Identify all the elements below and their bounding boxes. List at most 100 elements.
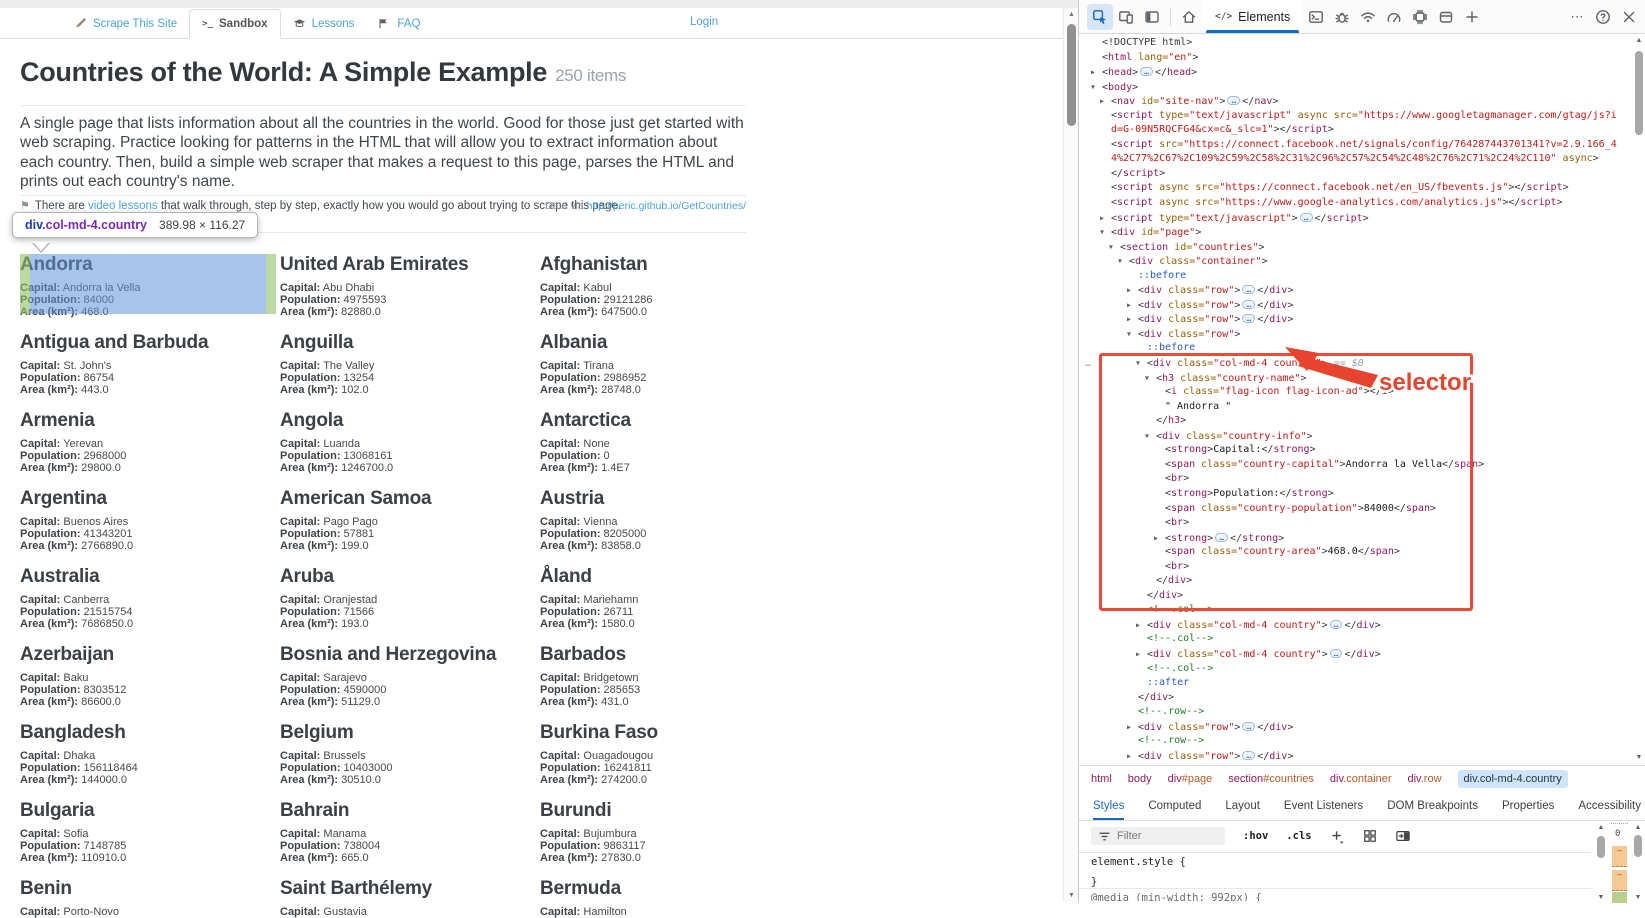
scroll-down-arrow-icon[interactable]: ▼ [1636, 754, 1643, 761]
dom-tree-line[interactable]: </div> [1079, 589, 1632, 604]
scroll-up-arrow-icon[interactable]: ▲ [1636, 37, 1643, 44]
data-source-link[interactable]: http://peric.github.io/GetCountries/ [587, 200, 746, 212]
dom-tree-line[interactable]: ▶<div class="row">…</div> [1079, 749, 1632, 764]
sidebar-scrollbar-thumb[interactable] [1634, 835, 1642, 857]
tab-computed[interactable]: Computed [1148, 791, 1201, 820]
breadcrumb-item[interactable]: div.container [1330, 773, 1392, 785]
dock-side-icon[interactable] [1139, 4, 1165, 30]
styles-scrollbar-thumb[interactable] [1597, 836, 1605, 858]
expand-arrow-icon[interactable]: ▼ [1100, 225, 1111, 240]
dom-tree-line[interactable]: ::before [1079, 341, 1632, 356]
dom-tree-line[interactable]: <script src="https://connect.facebook.ne… [1079, 138, 1632, 153]
dom-tree-line[interactable]: </h3> [1079, 414, 1632, 429]
breadcrumb-item[interactable]: section#countries [1228, 773, 1314, 785]
tab-styles[interactable]: Styles [1093, 791, 1124, 820]
hint-link[interactable]: video lessons [88, 200, 158, 212]
inline-expand-icon[interactable]: … [1242, 751, 1255, 760]
home-icon[interactable] [1176, 4, 1202, 30]
dom-tree-line[interactable]: ▼<div class="col-md-4 country"> == $0 [1079, 356, 1632, 371]
dom-tree-line[interactable]: ▼<body> [1079, 80, 1632, 95]
collapse-arrow-icon[interactable]: ▶ [1136, 647, 1147, 662]
dom-tree-line[interactable]: <!--.col--> [1079, 632, 1632, 647]
application-icon[interactable] [1433, 4, 1459, 30]
styles-filter-input[interactable]: Filter [1091, 827, 1225, 845]
dom-tree-line[interactable]: <span class="country-population">84000</… [1079, 502, 1632, 517]
collapse-arrow-icon[interactable]: ▶ [1100, 211, 1111, 226]
close-icon[interactable] [1616, 4, 1642, 30]
dom-tree-line[interactable]: <span class="country-area">468.0</span> [1079, 545, 1632, 560]
page-scrollbar-thumb[interactable] [1067, 24, 1076, 126]
breadcrumb-item[interactable]: body [1128, 773, 1152, 785]
inspect-icon[interactable] [1087, 4, 1113, 30]
dom-tree-line[interactable]: ▶<div class="col-md-4 country">…</div> [1079, 647, 1632, 662]
performance-icon[interactable] [1381, 4, 1407, 30]
dom-tree-line[interactable]: <!--.row--> [1079, 734, 1632, 749]
collapse-arrow-icon[interactable]: ▶ [1127, 283, 1138, 298]
breadcrumb-item[interactable]: div.row [1407, 773, 1441, 785]
dom-tree-line[interactable]: <!--.col--> [1079, 662, 1632, 677]
tab-event-listeners[interactable]: Event Listeners [1284, 791, 1363, 820]
nav-item-sandbox[interactable]: >_Sandbox [189, 9, 280, 39]
collapse-arrow-icon[interactable]: ▶ [1100, 94, 1111, 109]
inline-expand-icon[interactable]: … [1242, 722, 1255, 731]
element-style-open[interactable]: element.style { [1079, 852, 1591, 872]
scroll-up-arrow-icon[interactable]: ▲ [1635, 824, 1642, 831]
pseudo-state-toggle[interactable]: :hov [1243, 830, 1268, 842]
dom-tree-line[interactable]: ::after [1079, 676, 1632, 691]
dom-tree-line[interactable]: 4%2C77%2C67%2C109%2C59%2C58%2C31%2C96%2C… [1079, 152, 1632, 167]
scroll-up-arrow-icon[interactable]: ▲ [1598, 824, 1605, 831]
device-emulation-icon[interactable] [1113, 4, 1139, 30]
dom-tree-line[interactable]: ▶<script type="text/javascript">…</scrip… [1079, 211, 1632, 226]
console-icon[interactable] [1303, 4, 1329, 30]
dom-tree-line[interactable]: ▶<div class="row">…</div> [1079, 720, 1632, 735]
scroll-down-arrow-icon[interactable]: ▼ [1598, 894, 1605, 901]
dom-tree-line[interactable]: <br> [1079, 516, 1632, 531]
dom-tree-line[interactable]: <script async src="https://www.google-an… [1079, 196, 1632, 211]
collapse-arrow-icon[interactable]: ▶ [1127, 312, 1138, 327]
help-icon[interactable] [1590, 4, 1616, 30]
dom-tree-line[interactable]: <script type="text/javascript" async src… [1079, 109, 1632, 124]
tab-layout[interactable]: Layout [1225, 791, 1260, 820]
login-link[interactable]: Login [690, 16, 718, 28]
breadcrumb-item[interactable]: div#page [1168, 773, 1213, 785]
dom-tree-line[interactable]: ▶<head>…</head> [1079, 65, 1632, 80]
dom-tree-scrollbar[interactable]: ▲ ▼ [1632, 33, 1645, 765]
dom-tree-line[interactable]: </script> [1079, 167, 1632, 182]
dom-tree-line[interactable]: ▼<div id="page"> [1079, 225, 1632, 240]
sidebar-scrollbar[interactable]: ▲ ▼ [1631, 823, 1645, 902]
inline-expand-icon[interactable]: … [1227, 96, 1240, 105]
nav-item-faq[interactable]: FAQ [366, 9, 432, 38]
collapse-arrow-icon[interactable]: ▶ [1091, 65, 1102, 80]
dom-tree-line[interactable]: ▶<div class="row">…</div> [1079, 283, 1632, 298]
breadcrumb-item[interactable]: html [1091, 773, 1112, 785]
dom-tree-line[interactable]: ▶<nav id="site-nav">…</nav> [1079, 94, 1632, 109]
expand-arrow-icon[interactable]: ▼ [1145, 371, 1156, 386]
expand-arrow-icon[interactable]: ▼ [1109, 240, 1120, 255]
new-style-rule-icon[interactable] [1330, 829, 1345, 844]
dom-tree-line[interactable]: <script async src="https://connect.faceb… [1079, 181, 1632, 196]
dom-tree-line[interactable]: ▶<div class="row">…</div> [1079, 312, 1632, 327]
memory-icon[interactable] [1407, 4, 1433, 30]
dom-tree-line[interactable]: <br> [1079, 472, 1632, 487]
dom-tree-line[interactable]: ▼<h3 class="country-name"> [1079, 371, 1632, 386]
issues-icon[interactable] [1329, 4, 1355, 30]
scroll-up-arrow-icon[interactable]: ▲ [1068, 11, 1075, 18]
dom-tree-line[interactable]: <i class="flag-icon flag-icon-ad"></i> [1079, 385, 1632, 400]
dom-tree-line[interactable]: d=G-09N5RQCFG4&cx=c&_slc=1"></script> [1079, 123, 1632, 138]
inline-expand-icon[interactable]: … [1300, 213, 1313, 222]
more-icon[interactable]: ⋯ [1564, 4, 1590, 30]
dom-tree-line[interactable]: ▼<div class="row"> [1079, 327, 1632, 342]
class-toggle[interactable]: .cls [1286, 830, 1311, 842]
add-panel-icon[interactable] [1459, 4, 1485, 30]
expand-arrow-icon[interactable]: ▼ [1136, 356, 1147, 371]
rendering-emulation-icon[interactable] [1363, 829, 1377, 843]
dom-tree-line[interactable]: <br> [1079, 560, 1632, 575]
dom-tree-line[interactable]: " Andorra " [1079, 400, 1632, 415]
expand-arrow-icon[interactable]: ▼ [1145, 429, 1156, 444]
dom-scrollbar-thumb[interactable] [1635, 51, 1643, 135]
collapse-arrow-icon[interactable]: ▶ [1154, 531, 1165, 546]
inline-expand-icon[interactable]: … [1242, 300, 1255, 309]
dom-tree-line[interactable]: </div> [1079, 574, 1632, 589]
dom-tree-line[interactable]: <!--.col--> [1079, 603, 1632, 618]
dom-tree-line[interactable]: ▶<div class="col-md-4 country">…</div> [1079, 618, 1632, 633]
